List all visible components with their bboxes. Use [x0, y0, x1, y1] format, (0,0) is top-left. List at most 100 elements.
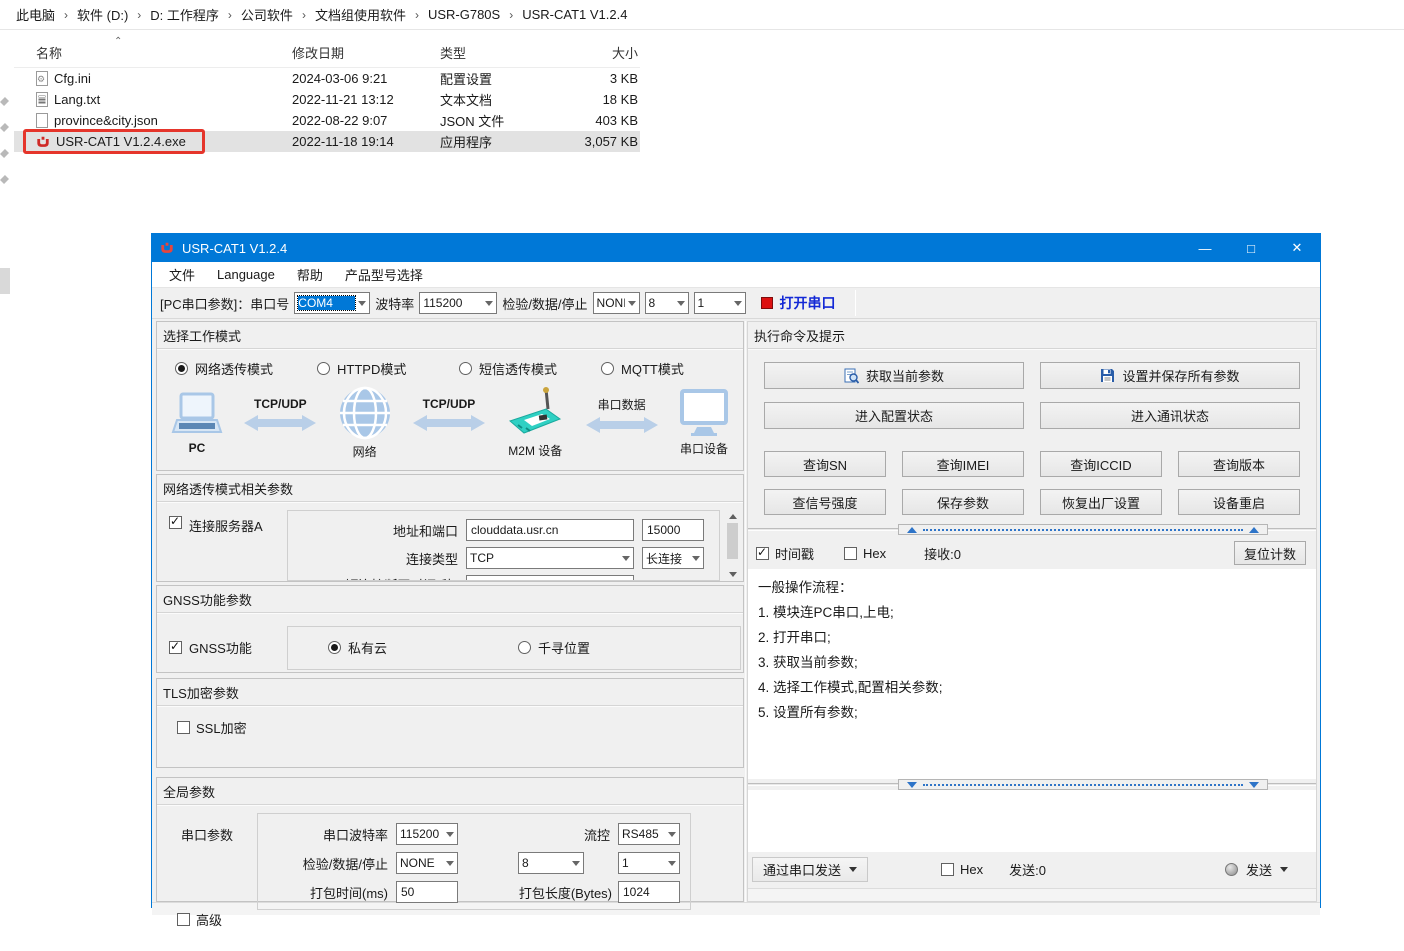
- set-save-all-button[interactable]: 设置并保存所有参数: [1040, 362, 1300, 389]
- menu-file[interactable]: 文件: [158, 262, 206, 287]
- recv-splitter[interactable]: [748, 524, 1316, 535]
- query-imei-button[interactable]: 查询IMEI: [902, 451, 1024, 477]
- gnss-enable-checkbox[interactable]: GNSS功能: [169, 638, 287, 657]
- receive-log[interactable]: 一般操作流程： 1. 模块连PC串口,上电; 2. 打开串口; 3. 获取当前参…: [748, 569, 1316, 779]
- maximize-button[interactable]: □: [1228, 234, 1274, 262]
- hex-recv-checkbox[interactable]: Hex: [844, 546, 886, 561]
- server-address-input[interactable]: clouddata.usr.cn: [466, 519, 634, 541]
- server-a-checkbox[interactable]: 连接服务器A: [169, 510, 287, 581]
- radio-qianxun[interactable]: 千寻位置: [518, 638, 666, 657]
- serial-databits-select[interactable]: 8: [518, 852, 584, 874]
- minimize-button[interactable]: —: [1182, 234, 1228, 262]
- send-button[interactable]: 发送: [1225, 860, 1304, 879]
- server-port-value: 15000: [647, 523, 680, 537]
- send-input-area[interactable]: [748, 790, 1316, 852]
- conn-type-select[interactable]: TCP: [466, 547, 634, 569]
- column-header-type[interactable]: 类型: [440, 43, 558, 62]
- send-splitter[interactable]: [748, 779, 1316, 790]
- flow-control-select[interactable]: RS485: [618, 823, 680, 845]
- pack-length-input[interactable]: 1024: [618, 881, 680, 903]
- breadcrumb-item[interactable]: USR-CAT1 V1.2.4: [522, 7, 627, 22]
- file-row-selected[interactable]: USR-CAT1 V1.2.4.exe 2022-11-18 19:14 应用程…: [14, 131, 640, 152]
- query-iccid-button[interactable]: 查询ICCID: [1040, 451, 1162, 477]
- file-list-header: ⌃ 名称 修改日期 类型 大小: [14, 38, 640, 68]
- enter-comm-button[interactable]: 进入通讯状态: [1040, 402, 1300, 429]
- scroll-thumb[interactable]: [727, 523, 738, 559]
- splitter-handle[interactable]: [898, 524, 1268, 535]
- panel-divider[interactable]: [745, 321, 746, 902]
- file-row[interactable]: province&city.json 2022-08-22 9:07 JSON …: [14, 110, 640, 131]
- server-port-input[interactable]: 15000: [642, 519, 704, 541]
- scroll-down-icon[interactable]: [729, 572, 737, 577]
- menu-help[interactable]: 帮助: [286, 262, 334, 287]
- button-label: 发送: [1246, 860, 1272, 879]
- radio-httpd[interactable]: HTTPD模式: [317, 359, 459, 378]
- query-signal-button[interactable]: 查信号强度: [764, 489, 886, 515]
- file-row[interactable]: Lang.txt 2022-11-21 13:12 文本文档 18 KB: [14, 89, 640, 110]
- radio-label: 私有云: [348, 638, 387, 657]
- column-header-date[interactable]: 修改日期: [292, 43, 440, 62]
- title-bar[interactable]: USR-CAT1 V1.2.4 — □ ✕: [152, 234, 1320, 262]
- chevron-down-icon: [485, 301, 493, 306]
- pack-time-input[interactable]: 50: [396, 881, 458, 903]
- enter-config-button[interactable]: 进入配置状态: [764, 402, 1024, 429]
- serial-baud-select[interactable]: 115200: [396, 823, 458, 845]
- radio-net-transparent[interactable]: 网络透传模式: [175, 359, 317, 378]
- serial-stopbits-select[interactable]: 1: [618, 852, 680, 874]
- scroll-up-icon[interactable]: [729, 514, 737, 519]
- file-name: Cfg.ini: [54, 71, 91, 86]
- menu-language[interactable]: Language: [206, 262, 286, 287]
- vertical-scrollbar[interactable]: [724, 510, 741, 581]
- radio-label: 短信透传模式: [479, 359, 557, 378]
- breadcrumb-item[interactable]: D: 工作程序: [150, 5, 219, 24]
- double-arrow-icon: [242, 413, 318, 433]
- file-row[interactable]: ⚙ Cfg.ini 2024-03-06 9:21 配置设置 3 KB: [14, 68, 640, 89]
- parity-label: 检验/数据/停止: [502, 294, 587, 313]
- column-header-name[interactable]: 名称: [14, 43, 292, 62]
- stopbits-select[interactable]: 1: [694, 292, 746, 314]
- parity-select[interactable]: NONI: [593, 292, 640, 314]
- query-version-button[interactable]: 查询版本: [1178, 451, 1300, 477]
- breadcrumb-item[interactable]: USR-G780S: [428, 7, 500, 22]
- breadcrumb-item[interactable]: 此电脑: [16, 5, 55, 24]
- short-conn-timeout-input[interactable]: 10: [466, 575, 634, 581]
- get-params-button[interactable]: 获取当前参数: [764, 362, 1024, 389]
- menu-product-model[interactable]: 产品型号选择: [334, 262, 434, 287]
- chevron-down-icon: [446, 832, 454, 837]
- radio-sms-transparent[interactable]: 短信透传模式: [459, 359, 601, 378]
- conn-mode-select[interactable]: 长连接: [642, 547, 704, 569]
- radio-mqtt[interactable]: MQTT模式: [601, 359, 743, 378]
- query-sn-button[interactable]: 查询SN: [764, 451, 886, 477]
- breadcrumb-item[interactable]: 公司软件: [241, 5, 293, 24]
- save-params-button[interactable]: 保存参数: [902, 489, 1024, 515]
- net-params-title: 网络透传模式相关参数: [157, 475, 743, 502]
- baud-select[interactable]: 115200: [419, 292, 497, 314]
- ssl-checkbox[interactable]: SSL加密: [177, 718, 743, 737]
- splitter-handle[interactable]: [898, 779, 1268, 790]
- radio-private-cloud[interactable]: 私有云: [328, 638, 518, 657]
- button-label: 查询版本: [1213, 455, 1265, 474]
- open-serial-button[interactable]: 打开串口: [751, 290, 846, 316]
- hex-send-checkbox[interactable]: Hex: [941, 862, 983, 877]
- reset-count-button[interactable]: 复位计数: [1234, 541, 1306, 565]
- breadcrumb-item[interactable]: 软件 (D:): [77, 5, 128, 24]
- factory-reset-button[interactable]: 恢复出厂设置: [1040, 489, 1162, 515]
- advanced-checkbox[interactable]: 高级: [177, 910, 222, 929]
- column-header-size[interactable]: 大小: [558, 43, 638, 62]
- pack-length-label: 打包长度(Bytes): [519, 883, 612, 902]
- timestamp-checkbox[interactable]: 时间戳: [756, 544, 814, 563]
- file-size: 3 KB: [558, 71, 638, 86]
- close-button[interactable]: ✕: [1274, 234, 1320, 262]
- file-type: JSON 文件: [440, 111, 558, 130]
- short-conn-timeout-value: 10: [471, 578, 484, 581]
- file-list: ⌃ 名称 修改日期 类型 大小 ⚙ Cfg.ini 2024-03-06 9:2…: [14, 38, 640, 152]
- databits-select[interactable]: 8: [645, 292, 689, 314]
- node-label: PC: [189, 441, 206, 455]
- log-line: 1. 模块连PC串口,上电;: [758, 600, 1306, 625]
- breadcrumb-item[interactable]: 文档组使用软件: [315, 5, 406, 24]
- device-reboot-button[interactable]: 设备重启: [1178, 489, 1300, 515]
- com-port-select[interactable]: COM4: [294, 292, 370, 314]
- send-via-serial-button[interactable]: 通过串口发送: [752, 857, 868, 882]
- breadcrumb-separator: ›: [302, 8, 306, 22]
- serial-parity-select[interactable]: NONE: [396, 852, 458, 874]
